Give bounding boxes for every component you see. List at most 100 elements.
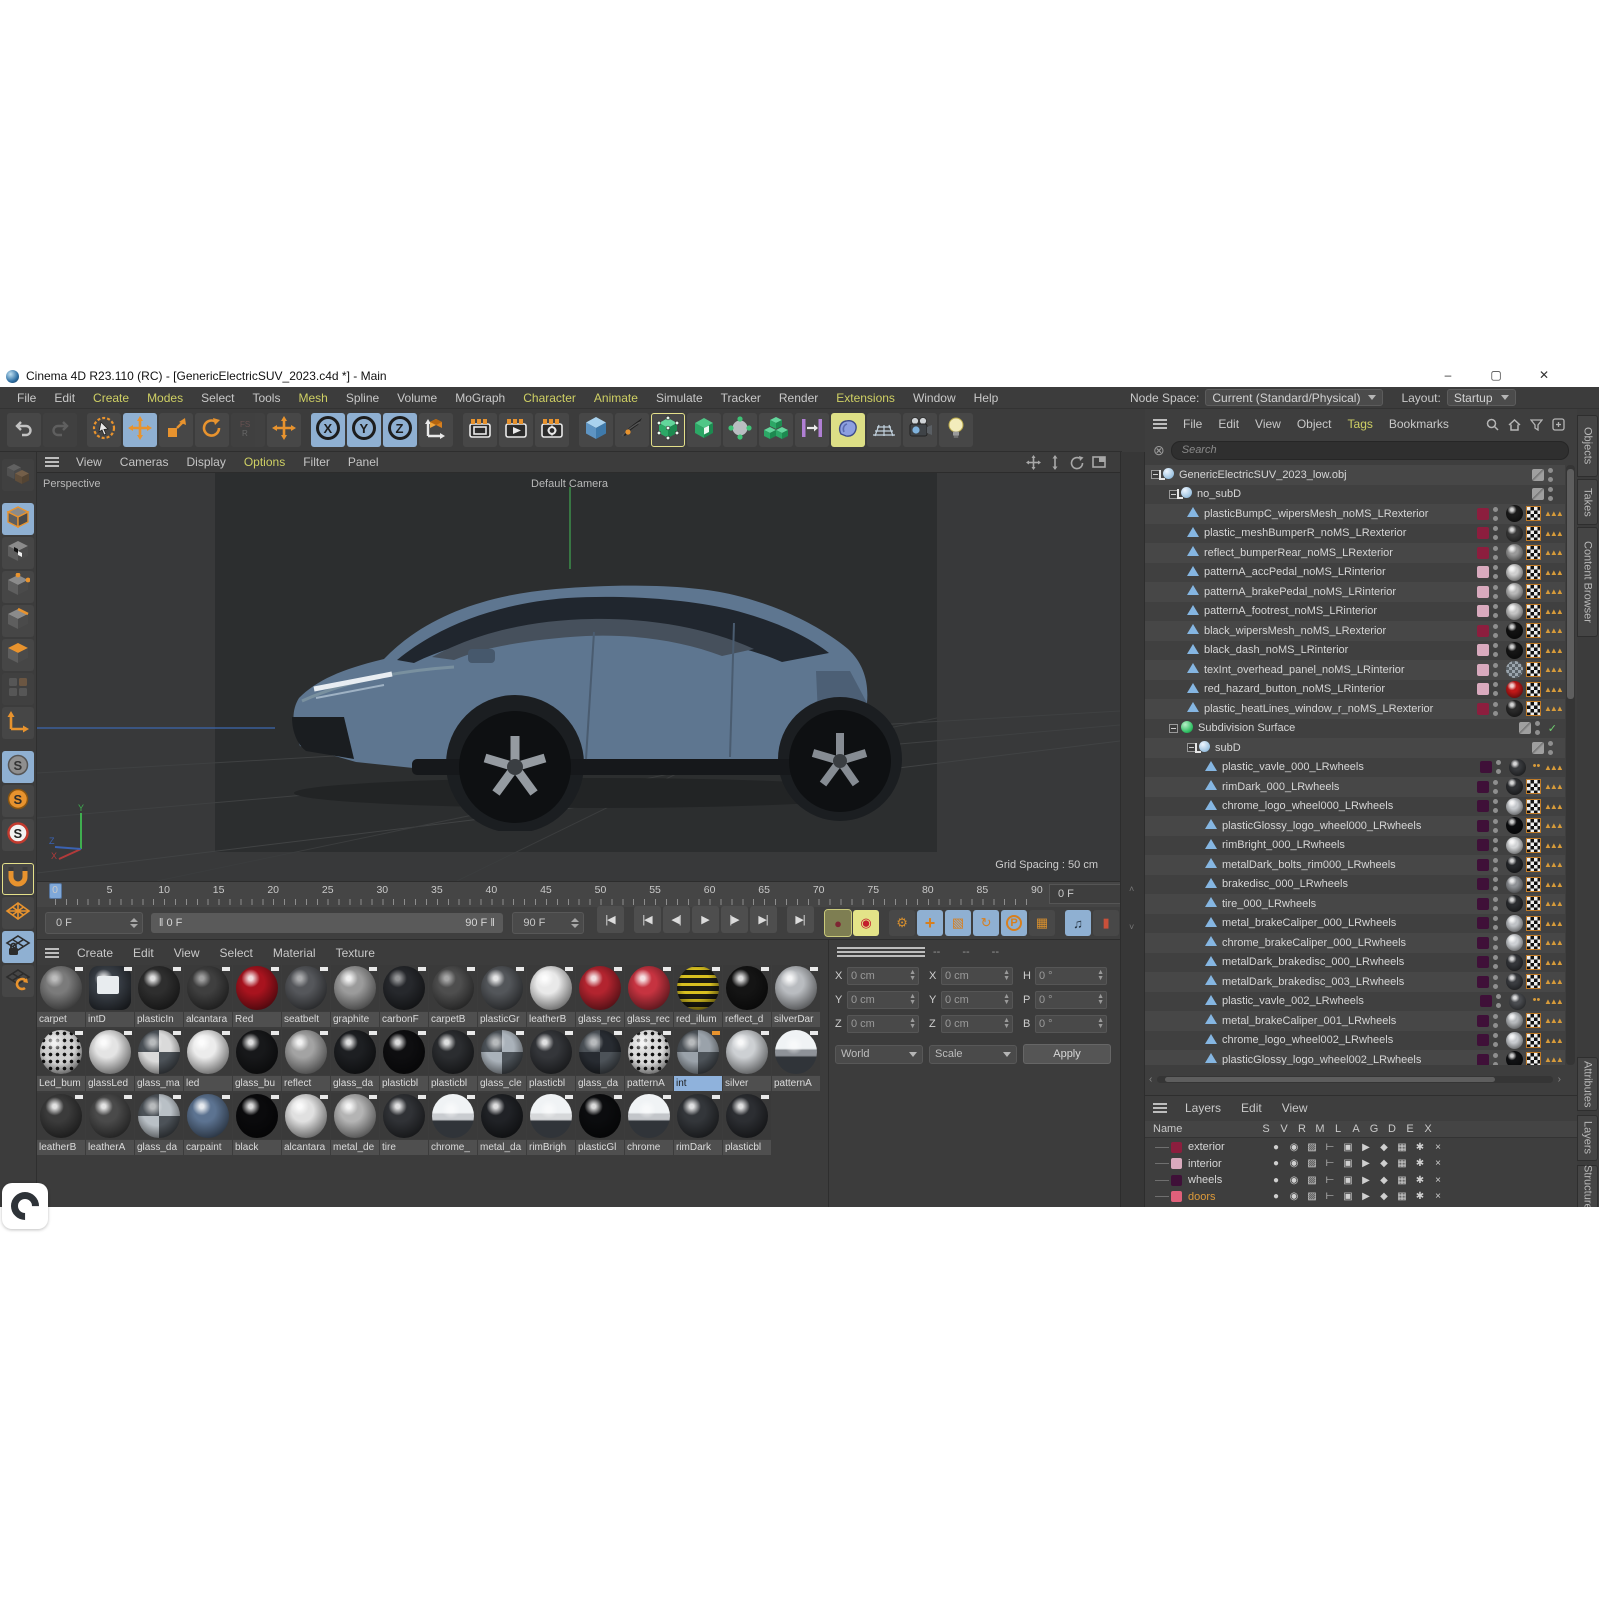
layers-menu-layers[interactable]: Layers — [1175, 1101, 1231, 1115]
object-menu-file[interactable]: File — [1175, 417, 1210, 431]
layer-color-chip[interactable] — [1477, 917, 1489, 930]
texture-tag-icon[interactable] — [1526, 915, 1541, 931]
layer-flag-x[interactable]: × — [1429, 1158, 1447, 1169]
side-tab-takes[interactable]: Takes — [1577, 479, 1598, 525]
menu-file[interactable]: File — [8, 391, 45, 405]
layer-color-chip[interactable] — [1477, 878, 1489, 891]
material-tag-icon[interactable] — [1506, 1012, 1523, 1030]
layer-flag-d[interactable]: ▦ — [1393, 1191, 1411, 1202]
visibility-dots-icon[interactable] — [1493, 1052, 1498, 1065]
layers-menu-edit[interactable]: Edit — [1231, 1101, 1272, 1115]
texture-tag-icon[interactable] — [1526, 506, 1541, 522]
object-menu-view[interactable]: View — [1247, 417, 1289, 431]
phong-tag-icon[interactable]: ▲▲▲ — [1544, 1053, 1564, 1065]
generators-button[interactable] — [687, 413, 721, 447]
phong-tag-icon[interactable]: ▲▲▲ — [1544, 605, 1564, 618]
key-pla-button[interactable]: ▦ — [1029, 910, 1056, 936]
move-button[interactable] — [123, 413, 157, 447]
edge-mode-button[interactable] — [2, 605, 34, 637]
material-tag-icon[interactable] — [1506, 895, 1523, 913]
phong-tag-icon[interactable]: ▲▲▲ — [1544, 1034, 1564, 1047]
texture-tag-icon[interactable] — [1526, 837, 1541, 853]
layer-flag-a[interactable]: ▶ — [1357, 1142, 1375, 1153]
material-tag-icon[interactable] — [1509, 758, 1526, 776]
uvw-tag-icon[interactable]: •• — [1529, 760, 1544, 774]
visibility-dots-icon[interactable] — [1493, 604, 1498, 619]
tree-row[interactable]: patternA_footrest_noMS_LRinterior ▲▲▲ — [1145, 601, 1565, 621]
phong-tag-icon[interactable]: ▲▲▲ — [1544, 507, 1564, 520]
layer-flag-r[interactable]: ▨ — [1303, 1158, 1321, 1169]
visibility-dots-icon[interactable] — [1548, 467, 1553, 482]
visibility-dots-icon[interactable] — [1496, 760, 1501, 775]
suv-model[interactable] — [262, 521, 907, 831]
scale-button[interactable] — [159, 413, 193, 447]
visibility-dots-icon[interactable] — [1493, 1033, 1498, 1048]
viewport-menu-panel[interactable]: Panel — [339, 455, 388, 469]
texture-mode-button[interactable] — [2, 537, 34, 569]
material-tile-glass_da[interactable]: glass_da — [331, 1029, 379, 1091]
layer-row-exterior[interactable]: exterior ● ◉ ▨ ⊢ ▣ ▶ ◆ ▦ ✱ × — [1145, 1139, 1577, 1156]
material-tag-icon[interactable] — [1506, 563, 1523, 581]
layer-flag-m[interactable]: ⊢ — [1321, 1158, 1339, 1169]
visibility-dots-icon[interactable] — [1493, 838, 1498, 853]
layer-flag-v[interactable]: ◉ — [1285, 1191, 1303, 1202]
visibility-dots-icon[interactable] — [1493, 779, 1498, 794]
hamburger-icon[interactable] — [1153, 1102, 1167, 1113]
menu-render[interactable]: Render — [770, 391, 827, 405]
menu-tracker[interactable]: Tracker — [712, 391, 770, 405]
goto-previous-key-button[interactable]: |◀ — [633, 906, 661, 933]
phong-tag-icon[interactable]: ▲▲▲ — [1544, 761, 1564, 774]
phong-tag-icon[interactable]: ▲▲▲ — [1544, 702, 1564, 715]
goto-next-frame-button[interactable]: |▶ — [720, 906, 748, 933]
phong-tag-icon[interactable]: ▲▲▲ — [1544, 566, 1564, 579]
visibility-dots-icon[interactable] — [1493, 857, 1498, 872]
layer-flag-s[interactable]: ● — [1267, 1158, 1285, 1169]
current-frame-spinner[interactable]: 0 F — [44, 912, 143, 934]
enabled-check-icon[interactable]: ✓ — [1548, 722, 1557, 735]
material-tile-plasticGl[interactable]: plasticGl — [576, 1093, 624, 1155]
model-mode-button[interactable] — [2, 503, 34, 535]
layer-color-chip[interactable] — [1477, 956, 1489, 969]
tree-row[interactable]: tire_000_LRwheels ▲▲▲ — [1145, 894, 1565, 914]
phong-tag-icon[interactable]: ▲▲▲ — [1544, 546, 1564, 559]
viewport-solo-single-button[interactable]: S — [2, 785, 34, 817]
material-tile-plasticbl[interactable]: plasticbl — [723, 1093, 771, 1155]
layer-color-chip[interactable] — [1477, 858, 1489, 871]
snap-button[interactable] — [2, 863, 34, 895]
material-tile-plasticbl[interactable]: plasticbl — [380, 1029, 428, 1091]
x-axis-lock-button[interactable]: X — [311, 413, 345, 447]
rotate-icon[interactable] — [1066, 454, 1088, 470]
add-panel-icon[interactable] — [1547, 415, 1569, 433]
layer-color-chip[interactable] — [1532, 488, 1544, 501]
point-mode-button[interactable] — [2, 571, 34, 603]
render-settings-button[interactable] — [535, 413, 569, 447]
visibility-dots-icon[interactable] — [1493, 818, 1498, 833]
material-tile-plasticIn[interactable]: plasticIn — [135, 965, 183, 1027]
tree-row[interactable]: patternA_accPedal_noMS_LRinterior ▲▲▲ — [1145, 562, 1565, 582]
tree-row[interactable]: metal_brakeCaliper_000_LRwheels ▲▲▲ — [1145, 913, 1565, 933]
light-button[interactable] — [939, 413, 973, 447]
menu-select[interactable]: Select — [192, 391, 243, 405]
solo-animation-button[interactable]: ▮ — [1093, 910, 1120, 936]
redo-button[interactable] — [43, 413, 77, 447]
menu-create[interactable]: Create — [84, 391, 138, 405]
tree-row[interactable]: metal_brakeCaliper_001_LRwheels ▲▲▲ — [1145, 1011, 1565, 1031]
hamburger-icon[interactable] — [1153, 419, 1167, 429]
workplane-button[interactable] — [2, 897, 34, 929]
visibility-dots-icon[interactable] — [1493, 935, 1498, 950]
material-tile-rimDark[interactable]: rimDark — [674, 1093, 722, 1155]
texture-tag-icon[interactable] — [1526, 701, 1541, 717]
texture-tag-icon[interactable] — [1526, 1032, 1541, 1048]
texture-tag-icon[interactable] — [1526, 623, 1541, 639]
layer-color-chip[interactable] — [1480, 761, 1492, 774]
layer-color-chip[interactable] — [1480, 995, 1492, 1008]
material-tile-chrome_[interactable]: chrome_ — [429, 1093, 477, 1155]
visibility-dots-icon[interactable] — [1493, 506, 1498, 521]
texture-tag-icon[interactable] — [1526, 857, 1541, 873]
hamburger-icon[interactable] — [837, 947, 925, 957]
material-tag-icon[interactable] — [1506, 680, 1523, 698]
material-menu-view[interactable]: View — [164, 946, 210, 960]
material-tag-icon[interactable] — [1506, 641, 1523, 659]
material-tag-icon[interactable] — [1509, 992, 1526, 1010]
material-tile-carpetB[interactable]: carpetB — [429, 965, 477, 1027]
